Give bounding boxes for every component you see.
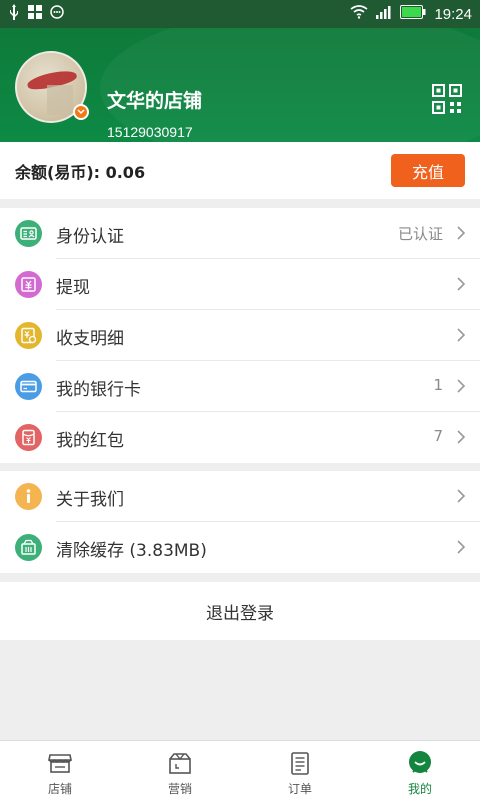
menu-item-value: 7 (433, 427, 443, 445)
menu-item-bank-card[interactable]: 我的银行卡 1 (0, 361, 480, 412)
tab-label: 营销 (167, 782, 192, 796)
menu-item-clear-cache[interactable]: 清除缓存 (3.83MB) (0, 522, 480, 573)
menu-item-withdraw[interactable]: 提现 (0, 259, 480, 310)
menu-item-label: 我的银行卡 (56, 380, 141, 400)
bank-card-icon (15, 373, 42, 400)
tab-label: 订单 (287, 782, 312, 796)
tab-profile[interactable]: 我的 (360, 741, 480, 800)
menu-item-about[interactable]: 关于我们 (0, 471, 480, 522)
clock: 19:24 (434, 5, 472, 23)
menu-item-ledger[interactable]: 收支明细 (0, 310, 480, 361)
battery-icon (400, 5, 426, 23)
red-packet-icon (15, 424, 42, 451)
menu-item-red-packet[interactable]: 我的红包 7 (0, 412, 480, 463)
balance-label: 余额(易币): 0.06 (15, 162, 146, 182)
chevron-right-icon (457, 489, 466, 503)
bottom-tab-bar: 店铺 营销 订单 我的 (0, 740, 480, 800)
logout-button[interactable]: 退出登录 (0, 582, 480, 640)
usb-icon (8, 4, 20, 24)
chevron-right-icon (457, 430, 466, 444)
chevron-right-icon (457, 379, 466, 393)
app-menu: 关于我们 清除缓存 (3.83MB) (0, 471, 480, 573)
account-menu: 身份认证 已认证 提现 收支明细 我的银行卡 1 我的红包 7 (0, 208, 480, 463)
tab-label: 店铺 (47, 782, 72, 796)
tab-label: 我的 (407, 782, 432, 796)
signal-icon (376, 5, 392, 23)
marketing-icon (169, 753, 191, 774)
profile-icon (409, 751, 431, 773)
menu-item-value: 已认证 (397, 225, 443, 243)
recharge-button[interactable]: 充值 (391, 154, 465, 187)
wifi-icon (350, 5, 368, 23)
profile-header: 文华的店铺 15129030917 (0, 28, 480, 142)
chevron-right-icon (457, 277, 466, 291)
store-icon (48, 754, 72, 773)
ledger-icon (15, 322, 42, 349)
message-icon (50, 5, 64, 23)
status-bar: 19:24 (0, 0, 480, 28)
menu-item-label: 关于我们 (56, 490, 124, 510)
menu-item-value: 1 (433, 376, 443, 394)
chevron-right-icon (457, 328, 466, 342)
qr-code-icon[interactable] (432, 84, 462, 114)
trash-bin-icon (15, 534, 42, 561)
app-grid-icon (28, 5, 42, 23)
withdraw-icon (15, 271, 42, 298)
info-icon (15, 483, 42, 510)
verified-badge-icon (73, 104, 89, 120)
shop-name: 文华的店铺 (107, 90, 203, 112)
menu-item-identity[interactable]: 身份认证 已认证 (0, 208, 480, 259)
chevron-right-icon (457, 540, 466, 554)
menu-item-label: 提现 (56, 278, 90, 298)
balance-bar: 余额(易币): 0.06 充值 (0, 142, 480, 199)
tab-store[interactable]: 店铺 (0, 741, 120, 800)
menu-item-label: 清除缓存 (3.83MB) (56, 541, 207, 561)
menu-item-label: 收支明细 (56, 329, 124, 349)
menu-item-label: 我的红包 (56, 431, 124, 451)
chevron-right-icon (457, 226, 466, 240)
id-card-icon (15, 220, 42, 247)
order-icon (291, 752, 309, 775)
tab-marketing[interactable]: 营销 (120, 741, 240, 800)
tab-orders[interactable]: 订单 (240, 741, 360, 800)
phone-number: 15129030917 (107, 124, 193, 140)
menu-item-label: 身份认证 (56, 227, 124, 247)
